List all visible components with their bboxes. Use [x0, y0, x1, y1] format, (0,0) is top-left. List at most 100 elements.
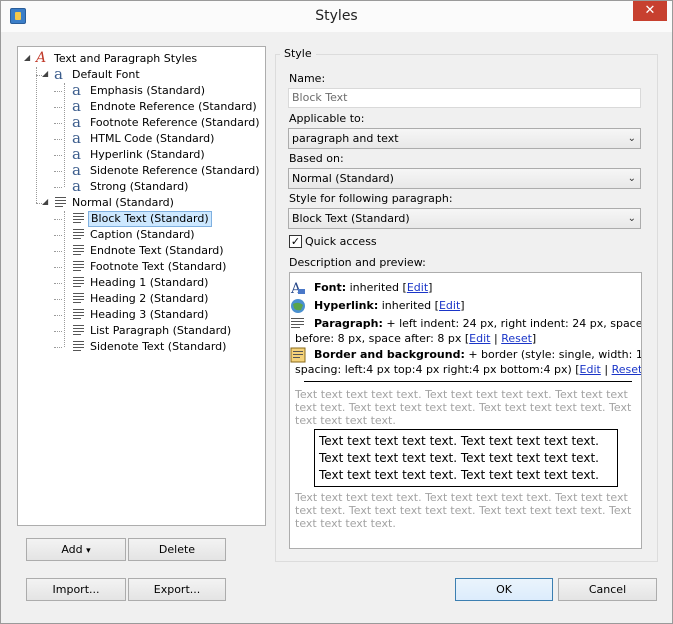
tree-item-label: Sidenote Text (Standard) [90, 340, 227, 353]
tree-item-label: List Paragraph (Standard) [90, 324, 232, 337]
border-icon [290, 347, 306, 363]
tree-item-label: Block Text (Standard) [88, 211, 212, 227]
tree-connector [36, 75, 44, 76]
paragraph-edit-link[interactable]: Edit [469, 332, 490, 345]
border-reset-link[interactable]: Reset [612, 363, 641, 376]
tree-expander-icon[interactable]: ◢ [24, 53, 30, 62]
tree-connector [54, 331, 62, 332]
styles-tree[interactable]: ◢ A Text and Paragraph Styles ◢ a Default Fon… [17, 46, 266, 526]
tree-connector [54, 155, 62, 156]
block-text-sample: Text text text text text. Text text text… [314, 429, 618, 487]
paragraph-style-icon [72, 291, 86, 307]
preview-divider [304, 381, 632, 382]
checkmark-icon: ✓ [290, 235, 301, 248]
tree-connector [54, 107, 62, 108]
name-label: Name: [289, 72, 326, 85]
tree-item-label: Caption (Standard) [90, 228, 195, 241]
hyperlink-label: Hyperlink: [314, 299, 379, 312]
paragraph-style-icon [54, 195, 68, 211]
tree-item-label: Footnote Reference (Standard) [90, 116, 260, 129]
hyperlink-edit-link[interactable]: Edit [439, 299, 460, 312]
styles-root-icon: A [36, 50, 47, 66]
applicable-to-value: paragraph and text [292, 132, 399, 145]
border-edit-link[interactable]: Edit [580, 363, 601, 376]
based-on-value: Normal (Standard) [292, 172, 394, 185]
tree-item-label: Footnote Text (Standard) [90, 260, 227, 273]
paragraph-row: Paragraph: + left indent: 24 px, right i… [314, 316, 642, 331]
delete-button[interactable]: Delete [128, 538, 226, 561]
tree-connector [54, 235, 62, 236]
styles-dialog: Styles ✕ ◢ A Text and Paragraph Styles ◢ a De… [0, 0, 673, 624]
add-button[interactable]: Add ▾ [26, 538, 126, 561]
tree-item-label: Heading 1 (Standard) [90, 276, 209, 289]
paragraph-style-icon [72, 259, 86, 275]
close-button[interactable]: ✕ [633, 1, 667, 21]
paragraph-style-icon [72, 323, 86, 339]
chevron-down-icon: ⌄ [627, 213, 636, 224]
border-row-2: spacing: left:4 px top:4 px right:4 px b… [295, 363, 642, 376]
tree-connector [36, 67, 37, 203]
dropdown-arrow-icon: ▾ [86, 546, 91, 556]
paragraph-label: Paragraph: [314, 317, 383, 330]
following-style-value: Block Text (Standard) [292, 212, 410, 225]
border-value-2: spacing: left:4 px top:4 px right:4 px b… [295, 363, 572, 376]
block-text-line: Text text text text text. Text text text… [319, 468, 599, 482]
add-button-label: Add [61, 543, 83, 556]
block-text-line: Text text text text text. Text text text… [319, 451, 599, 465]
border-label: Border and background: [314, 348, 465, 361]
font-value: inherited [349, 281, 400, 294]
tree-connector [64, 83, 65, 187]
globe-icon [290, 298, 306, 314]
font-edit-link[interactable]: Edit [407, 281, 428, 294]
tree-item-label: Emphasis (Standard) [90, 84, 206, 97]
font-icon: A [290, 280, 306, 297]
window-title: Styles [315, 8, 358, 24]
hyperlink-row: Hyperlink: inherited [Edit] [314, 299, 465, 312]
description-label: Description and preview: [289, 256, 426, 269]
title-bar: Styles ✕ [1, 1, 672, 32]
tree-item-label: Normal (Standard) [72, 196, 174, 209]
tree-item-label: Endnote Reference (Standard) [90, 100, 257, 113]
following-style-label: Style for following paragraph: [289, 192, 453, 205]
paragraph-value: + left indent: 24 px, right indent: 24 p… [386, 317, 642, 330]
paragraph-style-icon [72, 227, 86, 243]
paragraph-style-icon [72, 275, 86, 291]
hyperlink-value: inherited [381, 299, 432, 312]
tree-item-label: Strong (Standard) [90, 180, 189, 193]
border-value: + border (style: single, width: 1 px, [468, 348, 641, 361]
paragraph-style-icon [72, 339, 86, 355]
following-style-select[interactable]: Block Text (Standard) ⌄ [288, 208, 641, 229]
chevron-down-icon: ⌄ [627, 133, 636, 144]
quick-access-checkbox[interactable]: ✓ [289, 235, 302, 248]
based-on-label: Based on: [289, 152, 344, 165]
ok-button[interactable]: OK [455, 578, 553, 601]
tree-connector [54, 171, 62, 172]
tree-expander-icon[interactable]: ◢ [42, 197, 48, 206]
tree-connector [54, 219, 62, 220]
tree-expander-icon[interactable]: ◢ [42, 69, 48, 78]
font-style-icon: a [72, 177, 81, 195]
name-input[interactable]: Block Text [288, 88, 641, 108]
tree-connector [64, 211, 65, 347]
preview-text-after: Text text text text text. Text text text… [295, 491, 632, 530]
tree-item-label: Text and Paragraph Styles [54, 52, 198, 65]
export-button[interactable]: Export... [128, 578, 226, 601]
tree-connector [54, 139, 62, 140]
paragraph-style-icon [72, 307, 86, 323]
tree-item-label: Sidenote Reference (Standard) [90, 164, 260, 177]
tree-item-label: Heading 2 (Standard) [90, 292, 209, 305]
tree-connector [54, 299, 62, 300]
import-button[interactable]: Import... [26, 578, 126, 601]
tree-item-label: Heading 3 (Standard) [90, 308, 209, 321]
paragraph-reset-link[interactable]: Reset [501, 332, 532, 345]
applicable-to-label: Applicable to: [289, 112, 365, 125]
font-label: Font: [314, 281, 347, 294]
tree-connector [54, 315, 62, 316]
tree-connector [54, 251, 62, 252]
paragraph-style-icon [72, 243, 86, 259]
paragraph-style-icon [72, 211, 86, 227]
tree-connector [54, 347, 62, 348]
applicable-to-select[interactable]: paragraph and text ⌄ [288, 128, 641, 149]
cancel-button[interactable]: Cancel [558, 578, 657, 601]
based-on-select[interactable]: Normal (Standard) ⌄ [288, 168, 641, 189]
